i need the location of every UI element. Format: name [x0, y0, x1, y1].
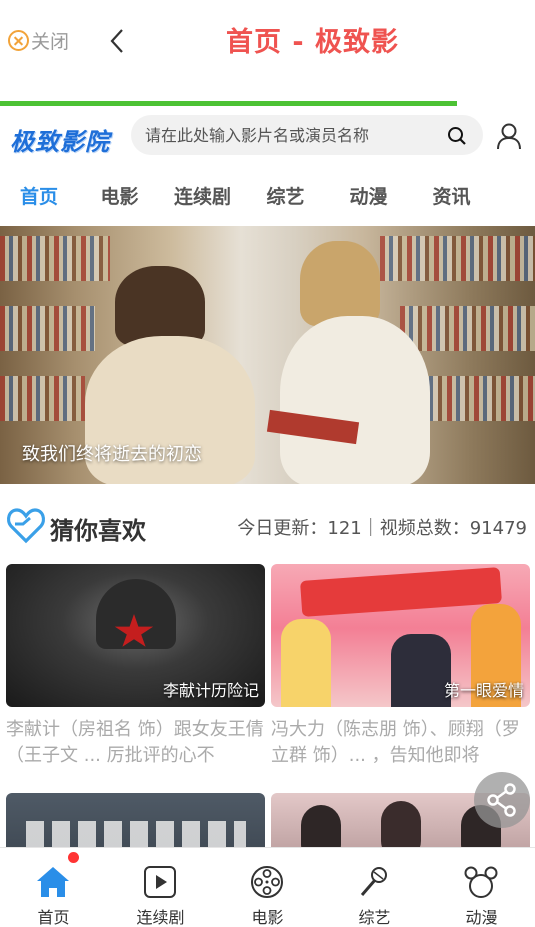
tab-anime[interactable]: 动漫 — [327, 175, 410, 219]
close-button[interactable]: 关闭 — [8, 27, 69, 53]
share-icon — [487, 783, 516, 817]
nav-label: 首页 — [37, 908, 70, 927]
mickey-icon — [464, 866, 498, 898]
banner-image-detail — [300, 241, 380, 326]
video-title: 第一眼爱情 — [443, 681, 524, 700]
featured-banner[interactable]: 致我们终将逝去的初恋 — [0, 226, 535, 484]
poster-image-detail — [281, 619, 331, 707]
close-icon — [8, 29, 29, 51]
nav-label: 综艺 — [358, 908, 391, 927]
search-input[interactable] — [145, 115, 440, 155]
tab-series[interactable]: 连续剧 — [161, 175, 244, 219]
nav-label: 电影 — [251, 908, 284, 927]
tab-home[interactable]: 首页 — [0, 175, 78, 219]
section-title: 猜你喜欢 — [50, 517, 146, 545]
page-load-progress — [0, 101, 458, 106]
play-icon — [144, 866, 176, 898]
heart-icon — [6, 508, 46, 544]
nav-label: 动漫 — [465, 908, 498, 927]
close-label: 关闭 — [31, 30, 70, 53]
category-tabs: 首页 电影 连续剧 综艺 动漫 资讯 — [0, 175, 535, 219]
nav-home[interactable]: 首页 — [0, 848, 107, 927]
poster-image-detail — [299, 567, 503, 617]
search-bar — [131, 115, 483, 155]
notification-dot — [68, 852, 79, 863]
banner-image-detail — [0, 306, 95, 351]
banner-image-detail — [280, 316, 430, 484]
nav-series[interactable]: 连续剧 — [107, 848, 214, 927]
user-icon[interactable] — [496, 122, 522, 150]
video-card[interactable]: 李献计历险记 李献计（房祖名 饰）跟女友王倩（王子文 ... 厉批评的心不 — [6, 564, 265, 769]
tab-variety[interactable]: 综艺 — [244, 175, 327, 219]
update-stats: 今日更新：121｜视频总数：91479 — [237, 518, 527, 539]
recommend-section-header: 猜你喜欢 今日更新：121｜视频总数：91479 — [0, 500, 535, 552]
video-card[interactable]: 第一眼爱情 冯大力（陈志朋 饰）、顾翔（罗立群 饰）... ，告知他即将 — [271, 564, 530, 769]
banner-image-detail — [400, 306, 535, 351]
banner-image-detail — [0, 236, 110, 281]
share-button[interactable] — [474, 772, 530, 828]
nav-movies[interactable]: 电影 — [214, 848, 321, 927]
film-reel-icon — [251, 866, 283, 898]
bottom-nav: 首页 连续剧 电影 综艺 动漫 — [0, 847, 535, 927]
site-logo[interactable]: 极致影院 — [10, 122, 110, 157]
video-poster[interactable]: 李献计历险记 — [6, 564, 265, 707]
poster-image-detail — [391, 634, 451, 707]
banner-image-detail — [115, 266, 205, 346]
nav-label: 连续剧 — [136, 908, 185, 927]
banner-image-detail — [420, 376, 535, 421]
video-title: 李献计历险记 — [162, 681, 259, 700]
page-title: 首页 - 极致影 — [225, 27, 399, 58]
top-bar: 关闭 首页 - 极致影 — [0, 0, 535, 80]
back-arrow-icon[interactable] — [104, 26, 132, 56]
tab-movies[interactable]: 电影 — [78, 175, 161, 219]
search-icon[interactable] — [447, 126, 467, 146]
microphone-icon — [360, 867, 387, 896]
video-description: 李献计（房祖名 饰）跟女友王倩（王子文 ... 厉批评的心不 — [6, 719, 264, 766]
banner-caption: 致我们终将逝去的初恋 — [22, 444, 202, 465]
video-poster[interactable]: 第一眼爱情 — [271, 564, 530, 707]
home-icon — [37, 867, 69, 897]
banner-image-detail — [0, 376, 85, 421]
nav-variety[interactable]: 综艺 — [321, 848, 428, 927]
tab-news[interactable]: 资讯 — [410, 175, 493, 219]
nav-anime[interactable]: 动漫 — [428, 848, 535, 927]
banner-image-detail — [380, 236, 535, 281]
video-description: 冯大力（陈志朋 饰）、顾翔（罗立群 饰）... ，告知他即将 — [271, 719, 520, 766]
